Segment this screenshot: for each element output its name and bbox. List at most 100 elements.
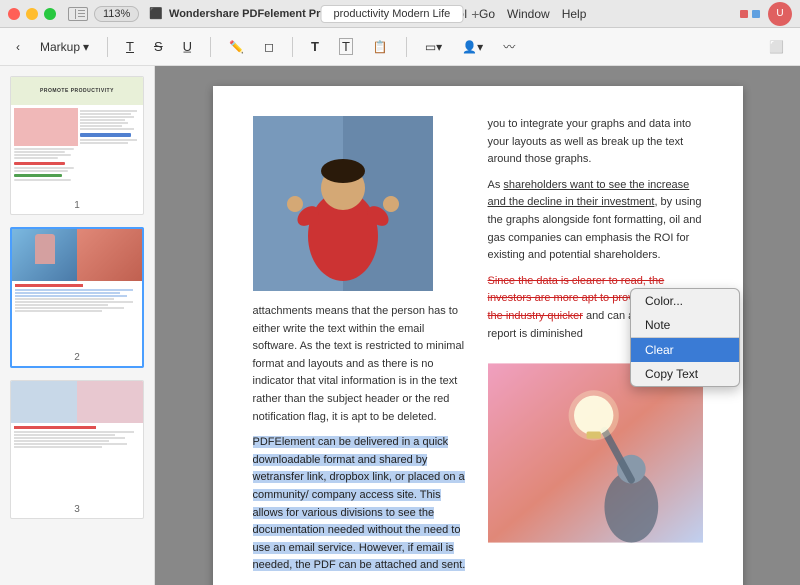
wavy-underline-tool-button[interactable]: U̲	[177, 36, 198, 57]
thumb2-lines	[15, 289, 139, 312]
wavy-underline-icon: U̲	[183, 39, 192, 54]
thumb1-line	[14, 157, 58, 159]
thumb3-title	[14, 426, 96, 429]
minimize-button[interactable]	[26, 8, 38, 20]
thumb1-line	[80, 139, 137, 141]
menu-window[interactable]: Window	[507, 7, 550, 21]
back-button[interactable]: ‹	[10, 37, 26, 57]
note-tool-button[interactable]: 📋	[367, 37, 394, 57]
callout-icon: T	[339, 38, 353, 55]
context-menu-item-clear[interactable]: Clear	[631, 338, 739, 362]
left-para-highlighted: PDFElement can be delivered in a quick d…	[253, 434, 468, 575]
thumb-page-1: PROMOTE PRODUCTIVITY	[11, 77, 143, 197]
draw-tool-button[interactable]: 〰	[497, 35, 521, 58]
thumb2-left-img	[12, 229, 77, 281]
thumb2-line	[15, 301, 133, 303]
thumb2-line	[15, 310, 102, 312]
menu-help[interactable]: Help	[562, 7, 587, 21]
page-num-3: 3	[11, 501, 143, 518]
page-thumb-3[interactable]: 3	[10, 380, 144, 519]
eraser-tool-button[interactable]: ◻	[258, 37, 280, 57]
stamp-dropdown-button[interactable]: 👤▾	[456, 37, 489, 57]
thumb2-line	[15, 292, 120, 294]
pen-icon: ✏️	[229, 40, 244, 54]
left-para-1: attachments means that the person has to…	[253, 303, 468, 426]
shapes-icon: ▭▾	[425, 40, 442, 54]
thumb3-img-left	[11, 381, 77, 423]
thumb1-line	[14, 179, 71, 181]
thumb1-left-col	[14, 108, 78, 181]
titlebar: 113% ⬛ Wondershare PDFelement Pro File E…	[0, 0, 800, 28]
thumb2-top	[12, 229, 142, 281]
thumb1-blue-bar	[80, 133, 131, 137]
page-num-2: 2	[12, 349, 142, 366]
menu-go[interactable]: Go	[479, 7, 495, 21]
separator-1	[107, 37, 108, 57]
shapes-dropdown-button[interactable]: ▭▾	[419, 37, 448, 57]
text-tool-button[interactable]: T	[305, 36, 325, 57]
underline-tool-button[interactable]: T	[120, 36, 140, 57]
page-thumb-1[interactable]: PROMOTE PRODUCTIVITY	[10, 76, 144, 215]
as-text: As	[488, 179, 504, 191]
eraser-icon: ◻	[264, 40, 274, 54]
context-menu-item-note[interactable]: Note	[631, 313, 739, 337]
thumb1-image	[14, 108, 78, 146]
thumb1-line	[80, 128, 134, 130]
thumb3-line	[14, 440, 109, 442]
draw-icon: 〰	[503, 38, 515, 55]
strikethrough-tool-button[interactable]: S	[148, 36, 169, 57]
toolbar: ‹ Markup ▾ T S U̲ ✏️ ◻ T T 📋 ▭▾ 👤▾	[0, 28, 800, 66]
pen-tool-button[interactable]: ✏️	[223, 37, 250, 57]
thumb3-line	[14, 431, 134, 433]
context-menu: Color... Note Clear Copy Text	[630, 288, 740, 387]
thumb1-line	[80, 119, 125, 121]
context-menu-item-copy-text[interactable]: Copy Text	[631, 362, 739, 386]
zoom-level[interactable]: 113%	[94, 6, 139, 22]
thumb2-line	[15, 304, 108, 306]
thumb2-body	[12, 281, 142, 315]
thumb3-line	[14, 434, 115, 436]
titlebar-right: U	[740, 2, 792, 26]
thumb-content-3	[11, 381, 143, 501]
add-tab-button[interactable]: +	[471, 6, 479, 22]
app-name: Wondershare PDFelement Pro	[169, 8, 327, 20]
markup-label: Markup	[40, 40, 80, 54]
traffic-lights[interactable]	[8, 8, 56, 20]
thumb1-line	[80, 122, 128, 124]
thumb1-green-bar	[14, 174, 62, 177]
man-image-svg	[253, 116, 433, 291]
markup-dropdown[interactable]: Markup ▾	[34, 37, 95, 57]
expand-panel-button[interactable]: ⬜	[763, 37, 790, 57]
tab-productivity[interactable]: productivity Modern Life	[321, 5, 464, 23]
sidebar-toggle-icon[interactable]	[68, 7, 88, 21]
thumb2-line	[15, 289, 133, 291]
thumb1-line	[14, 154, 71, 156]
callout-tool-button[interactable]: T	[333, 35, 359, 58]
separator-2	[210, 37, 211, 57]
thumb3-top	[11, 381, 143, 423]
context-menu-item-color[interactable]: Color...	[631, 289, 739, 313]
strikethrough-icon: S	[154, 39, 163, 54]
tab-bar: productivity Modern Life +	[321, 5, 480, 23]
thumb3-lines	[14, 431, 140, 448]
thumb2-line	[15, 307, 124, 309]
thumb3-line	[14, 443, 127, 445]
fullscreen-button[interactable]	[44, 8, 56, 20]
thumb1-body	[11, 105, 143, 184]
thumb3-body	[11, 423, 143, 451]
close-button[interactable]	[8, 8, 20, 20]
page-num-1: 1	[11, 197, 143, 214]
thumb2-title	[15, 284, 83, 287]
chevron-down-icon: ▾	[83, 40, 89, 54]
user-avatar[interactable]: U	[768, 2, 792, 26]
thumb1-line	[80, 125, 122, 127]
thumb1-line	[14, 148, 74, 150]
text-icon: T	[311, 39, 319, 54]
thumb1-line	[14, 170, 68, 172]
page-thumb-2[interactable]: 2	[10, 227, 144, 368]
thumb1-line	[80, 113, 131, 115]
thumb1-title: PROMOTE PRODUCTIVITY	[40, 88, 114, 94]
thumb1-right-col	[80, 108, 140, 181]
grid-icon[interactable]	[740, 10, 760, 18]
doc-area: attachments means that the person has to…	[155, 66, 800, 585]
